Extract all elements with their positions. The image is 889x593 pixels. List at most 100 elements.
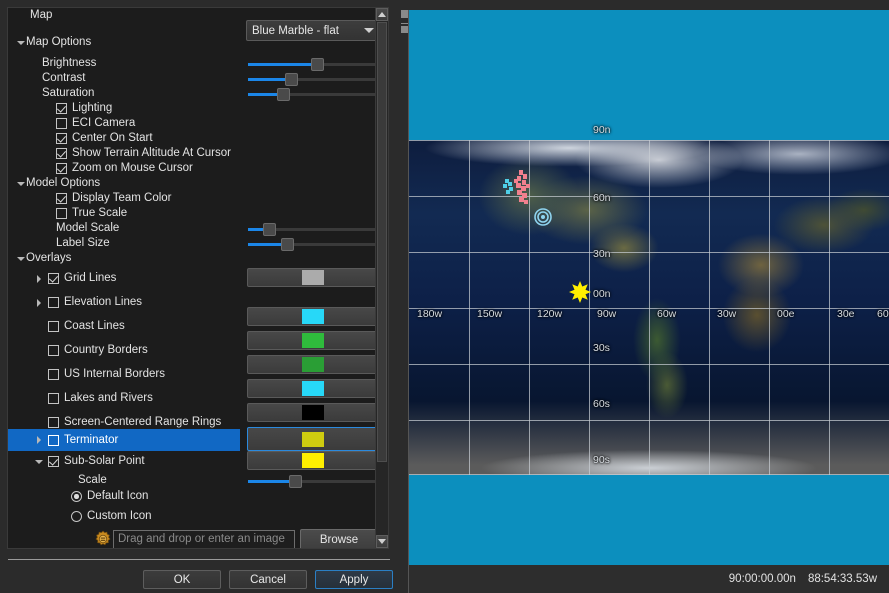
saturation-slider[interactable] [248,86,380,101]
chevron-right-icon[interactable] [33,433,44,448]
zoom-on-mouse-cursor-checkbox[interactable] [56,163,67,174]
chevron-down-icon[interactable] [33,454,44,469]
lighting-label: Lighting [72,102,113,114]
slider-fill [248,479,295,483]
chevron-down-icon[interactable] [364,28,374,33]
model-scale-slider[interactable] [248,221,380,236]
slider-knob[interactable] [281,238,294,251]
sub-solar-point-color-button[interactable] [247,451,378,470]
tree-scrollbar[interactable] [375,7,389,549]
default-icon-radio[interactable] [71,491,82,502]
eci-camera-checkbox[interactable] [56,118,67,129]
tree-group-model-options[interactable]: Model Options [8,176,377,191]
map-select[interactable]: Blue Marble - flat [246,20,380,41]
scale-label: Scale [78,474,107,486]
brightness-slider[interactable] [248,56,380,71]
model-options-label: Model Options [26,177,101,189]
slider-knob[interactable] [277,88,291,101]
custom-icon-path-input[interactable]: Drag and drop or enter an image ... [113,530,295,548]
overlays-label: Overlays [26,252,72,264]
sub-solar-point-checkbox[interactable] [48,456,59,467]
color-swatch [301,309,324,324]
cancel-label: Cancel [250,573,286,586]
latitude-label: 90n [593,124,611,136]
elevation-lines-checkbox[interactable] [48,297,59,308]
screen-centered-range-rings-color-button[interactable] [247,403,378,422]
country-borders-color-button[interactable] [247,331,378,350]
custom-icon-radio[interactable] [71,511,82,522]
color-swatch [301,381,324,396]
overlay-label: Coast Lines [64,320,125,332]
grid-lines-checkbox[interactable] [48,273,59,284]
slider-knob[interactable] [284,73,298,86]
slider-knob[interactable] [311,58,325,71]
slider-fill [248,62,317,66]
latitude-label: 60n [593,192,611,204]
label-size-slider[interactable] [248,236,380,251]
contrast-label: Contrast [42,72,86,84]
longitude-label: 30e [837,308,855,320]
latitude-label: 30s [593,342,610,354]
chevron-down-icon[interactable] [15,251,26,266]
default-icon-label: Default Icon [87,490,149,502]
map-image[interactable]: 180w 150w 120w 90w 60w 30w 00e 30e 90n 6… [409,124,889,475]
chevron-right-icon[interactable] [33,271,44,286]
us-internal-borders-color-button[interactable] [247,355,378,374]
screen-centered-range-rings-checkbox[interactable] [48,417,59,428]
slider-knob[interactable] [262,223,276,236]
chevron-right-icon[interactable] [33,295,44,310]
scroll-down-icon[interactable] [376,535,388,548]
tree-row-center-on-start[interactable]: Center On Start [8,131,377,146]
tree-row-default-icon[interactable]: Default Icon [8,489,377,504]
chevron-down-icon[interactable] [15,176,26,191]
slider-fill [248,242,285,246]
color-swatch [301,453,324,468]
tree-row-true-scale[interactable]: True Scale [8,206,377,221]
lakes-and-rivers-color-button[interactable] [247,379,378,398]
true-scale-checkbox[interactable] [56,208,67,219]
scrollbar-thumb[interactable] [377,22,387,462]
tree-row-eci-camera[interactable]: ECI Camera [8,116,377,131]
terminator-color-button[interactable] [247,427,378,451]
lakes-and-rivers-checkbox[interactable] [48,393,59,404]
ok-button[interactable]: OK [143,570,221,589]
country-borders-checkbox[interactable] [48,345,59,356]
tree-row-custom-icon[interactable]: Custom Icon [8,509,377,524]
range-ring-icon[interactable] [534,208,552,226]
center-on-start-checkbox[interactable] [56,133,67,144]
overlay-row-terminator[interactable]: Terminator [8,429,240,451]
sun-icon[interactable] [569,281,591,303]
scale-slider[interactable] [248,473,380,488]
show-terrain-altitude-checkbox[interactable] [56,148,67,159]
latitude-label: 90s [593,454,610,466]
display-team-color-checkbox[interactable] [56,193,67,204]
contrast-slider[interactable] [248,71,380,86]
color-swatch [301,270,324,285]
overlay-label: Country Borders [64,344,148,356]
unit-cluster-icon[interactable] [497,166,547,211]
terminator-checkbox[interactable] [48,434,59,446]
browse-button[interactable]: Browse [300,529,378,548]
coast-lines-checkbox[interactable] [48,321,59,332]
grid-lines-color-button[interactable] [247,268,378,287]
tree-row-lighting[interactable]: Lighting [8,101,377,116]
us-internal-borders-checkbox[interactable] [48,369,59,380]
overlay-label: Lakes and Rivers [64,392,153,404]
map-viewport[interactable]: 180w 150w 120w 90w 60w 30w 00e 30e 90n 6… [408,10,889,565]
settings-tree[interactable]: Map Map Options Brightness Contrast Satu… [7,7,389,549]
map-panel: 180w 150w 120w 90w 60w 30w 00e 30e 90n 6… [396,0,889,593]
tree-row-show-terrain-altitude[interactable]: Show Terrain Altitude At Cursor [8,146,377,161]
lighting-checkbox[interactable] [56,103,67,114]
cancel-button[interactable]: Cancel [229,570,307,589]
longitude-label: 60e [877,308,889,320]
tree-row-display-team-color[interactable]: Display Team Color [8,191,377,206]
coast-lines-color-button[interactable] [247,307,378,326]
scroll-up-icon[interactable] [376,8,388,21]
tree-row-zoom-on-mouse-cursor[interactable]: Zoom on Mouse Cursor [8,161,377,176]
chevron-down-icon[interactable] [15,35,26,50]
slider-knob[interactable] [288,475,302,488]
apply-button[interactable]: Apply [315,570,393,589]
center-on-start-label: Center On Start [72,132,153,144]
tree-group-overlays[interactable]: Overlays [8,251,377,266]
longitude-label: 120w [537,308,563,320]
